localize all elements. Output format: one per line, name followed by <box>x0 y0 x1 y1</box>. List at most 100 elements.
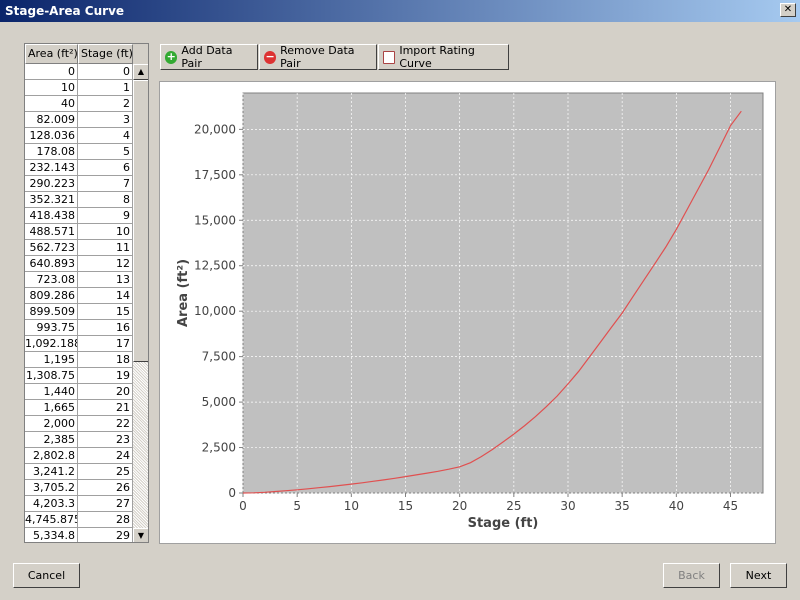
area-cell[interactable]: 1,440 <box>25 384 78 400</box>
table-row[interactable]: 128.036 4 <box>25 128 148 144</box>
table-row[interactable]: 809.286 14 <box>25 288 148 304</box>
area-cell[interactable]: 5,334.8 <box>25 528 78 542</box>
scrollbar[interactable]: ▲ ▼ <box>133 64 148 542</box>
table-row[interactable]: 2,385 23 <box>25 432 148 448</box>
table-row[interactable]: 4,203.3 27 <box>25 496 148 512</box>
header-stage[interactable]: Stage (ft) <box>78 44 133 64</box>
table-row[interactable]: 2,802.8 24 <box>25 448 148 464</box>
table-row[interactable]: 00 <box>25 64 148 80</box>
stage-cell[interactable]: 14 <box>78 288 133 304</box>
stage-cell[interactable]: 0 <box>78 64 133 80</box>
stage-cell[interactable]: 13 <box>78 272 133 288</box>
stage-cell[interactable]: 6 <box>78 160 133 176</box>
table-row[interactable]: 3,705.2 26 <box>25 480 148 496</box>
table-row[interactable]: 10 1 <box>25 80 148 96</box>
table-row[interactable]: 232.143 6 <box>25 160 148 176</box>
table-row[interactable]: 4,745.875 28 <box>25 512 148 528</box>
scroll-up-icon[interactable]: ▲ <box>133 64 148 80</box>
header-area[interactable]: Area (ft²) <box>25 44 78 64</box>
stage-cell[interactable]: 3 <box>78 112 133 128</box>
table-row[interactable]: 640.893 12 <box>25 256 148 272</box>
area-cell[interactable]: 640.893 <box>25 256 78 272</box>
stage-cell[interactable]: 25 <box>78 464 133 480</box>
area-cell[interactable]: 10 <box>25 80 78 96</box>
table-row[interactable]: 488.571 10 <box>25 224 148 240</box>
table-row[interactable]: 1,440 20 <box>25 384 148 400</box>
scroll-thumb[interactable] <box>133 80 148 362</box>
area-cell[interactable]: 128.036 <box>25 128 78 144</box>
stage-cell[interactable]: 20 <box>78 384 133 400</box>
stage-cell[interactable]: 22 <box>78 416 133 432</box>
stage-cell[interactable]: 15 <box>78 304 133 320</box>
table-row[interactable]: 2,000 22 <box>25 416 148 432</box>
table-row[interactable]: 352.321 8 <box>25 192 148 208</box>
table-row[interactable]: 178.08 5 <box>25 144 148 160</box>
area-cell[interactable]: 418.438 <box>25 208 78 224</box>
area-cell[interactable]: 1,308.75 <box>25 368 78 384</box>
area-cell[interactable]: 0 <box>25 64 78 80</box>
table-row[interactable]: 40 2 <box>25 96 148 112</box>
stage-cell[interactable]: 29 <box>78 528 133 542</box>
area-cell[interactable]: 1,195 <box>25 352 78 368</box>
table-row[interactable]: 1,665 21 <box>25 400 148 416</box>
area-cell[interactable]: 2,000 <box>25 416 78 432</box>
stage-cell[interactable]: 18 <box>78 352 133 368</box>
area-cell[interactable]: 488.571 <box>25 224 78 240</box>
stage-cell[interactable]: 26 <box>78 480 133 496</box>
table-row[interactable]: 993.75 16 <box>25 320 148 336</box>
stage-cell[interactable]: 12 <box>78 256 133 272</box>
cancel-button[interactable]: Cancel <box>13 563 80 588</box>
area-cell[interactable]: 1,092.188 <box>25 336 78 352</box>
import-rating-curve-button[interactable]: Import Rating Curve <box>378 44 509 70</box>
area-cell[interactable]: 723.08 <box>25 272 78 288</box>
stage-cell[interactable]: 9 <box>78 208 133 224</box>
table-row[interactable]: 1,195 18 <box>25 352 148 368</box>
table-row[interactable]: 290.223 7 <box>25 176 148 192</box>
scroll-down-icon[interactable]: ▼ <box>133 528 148 542</box>
area-cell[interactable]: 4,745.875 <box>25 512 78 528</box>
stage-cell[interactable]: 17 <box>78 336 133 352</box>
close-button[interactable]: ✕ <box>780 3 796 17</box>
area-cell[interactable]: 232.143 <box>25 160 78 176</box>
stage-cell[interactable]: 5 <box>78 144 133 160</box>
table-row[interactable]: 3,241.2 25 <box>25 464 148 480</box>
area-cell[interactable]: 3,241.2 <box>25 464 78 480</box>
area-cell[interactable]: 1,665 <box>25 400 78 416</box>
area-cell[interactable]: 2,802.8 <box>25 448 78 464</box>
area-cell[interactable]: 809.286 <box>25 288 78 304</box>
table-row[interactable]: 1,308.75 19 <box>25 368 148 384</box>
stage-cell[interactable]: 27 <box>78 496 133 512</box>
table-row[interactable]: 723.08 13 <box>25 272 148 288</box>
stage-cell[interactable]: 23 <box>78 432 133 448</box>
area-cell[interactable]: 178.08 <box>25 144 78 160</box>
table-row[interactable]: 562.723 11 <box>25 240 148 256</box>
area-cell[interactable]: 562.723 <box>25 240 78 256</box>
area-cell[interactable]: 352.321 <box>25 192 78 208</box>
table-row[interactable]: 899.509 15 <box>25 304 148 320</box>
stage-cell[interactable]: 16 <box>78 320 133 336</box>
stage-cell[interactable]: 2 <box>78 96 133 112</box>
area-cell[interactable]: 40 <box>25 96 78 112</box>
table-row[interactable]: 5,334.8 29 <box>25 528 148 542</box>
area-cell[interactable]: 993.75 <box>25 320 78 336</box>
area-cell[interactable]: 3,705.2 <box>25 480 78 496</box>
stage-cell[interactable]: 11 <box>78 240 133 256</box>
stage-cell[interactable]: 24 <box>78 448 133 464</box>
table-row[interactable]: 1,092.188 17 <box>25 336 148 352</box>
area-cell[interactable]: 82.009 <box>25 112 78 128</box>
add-data-pair-button[interactable]: + Add Data Pair <box>160 44 258 70</box>
table-row[interactable]: 418.438 9 <box>25 208 148 224</box>
stage-cell[interactable]: 4 <box>78 128 133 144</box>
area-cell[interactable]: 4,203.3 <box>25 496 78 512</box>
stage-cell[interactable]: 10 <box>78 224 133 240</box>
stage-cell[interactable]: 28 <box>78 512 133 528</box>
area-cell[interactable]: 2,385 <box>25 432 78 448</box>
stage-cell[interactable]: 1 <box>78 80 133 96</box>
area-cell[interactable]: 290.223 <box>25 176 78 192</box>
stage-cell[interactable]: 7 <box>78 176 133 192</box>
stage-cell[interactable]: 8 <box>78 192 133 208</box>
stage-cell[interactable]: 19 <box>78 368 133 384</box>
next-button[interactable]: Next <box>730 563 787 588</box>
stage-cell[interactable]: 21 <box>78 400 133 416</box>
remove-data-pair-button[interactable]: − Remove Data Pair <box>259 44 377 70</box>
